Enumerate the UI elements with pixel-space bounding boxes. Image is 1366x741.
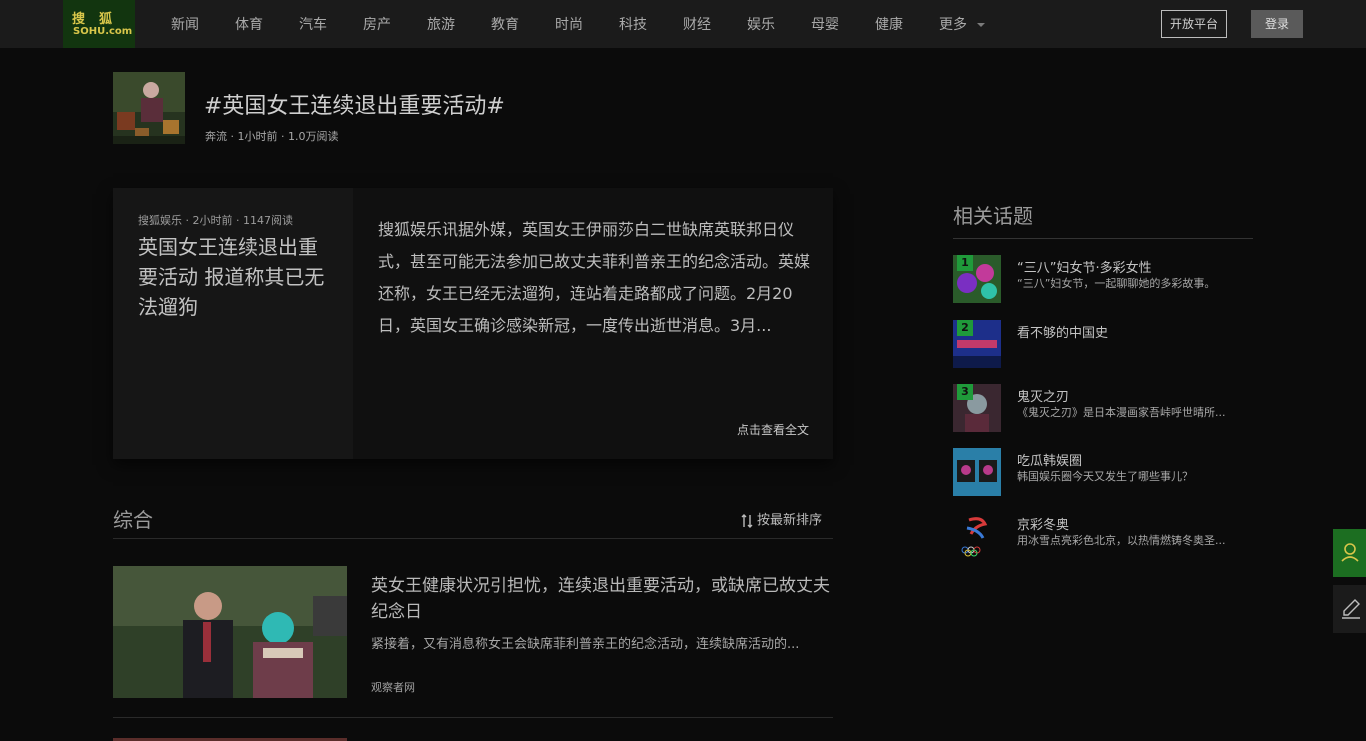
chevron-down-icon — [977, 23, 985, 27]
nav-item-house[interactable]: 房产 — [363, 14, 391, 34]
related-topics-title: 相关话题 — [953, 204, 1033, 228]
divider — [113, 538, 833, 539]
section-title: 综合 — [113, 508, 153, 532]
feed-item-thumbnail[interactable] — [113, 566, 347, 698]
rank-badge: 3 — [957, 384, 973, 400]
logo-text: 搜狐 — [72, 12, 127, 27]
rank-badge: 2 — [957, 320, 973, 336]
nav-item-entertainment[interactable]: 娱乐 — [747, 14, 775, 34]
related-topic-item[interactable]: 1 “三八”妇女节·多彩女性 “三八”妇女节，一起聊聊她的多彩故事。 — [953, 255, 1253, 303]
nav-more-label: 更多 — [939, 17, 967, 33]
related-topic-image — [953, 512, 1001, 560]
nav-item-travel[interactable]: 旅游 — [427, 14, 455, 34]
sort-label: 按最新排序 — [757, 513, 823, 528]
login-button[interactable]: 登录 — [1251, 10, 1303, 38]
related-topic-image — [953, 448, 1001, 496]
related-topic-desc: 用冰雪点亮彩色北京，以热情燃铸冬奥圣... — [1017, 534, 1226, 547]
related-topic-thumbnail — [953, 512, 1001, 560]
divider — [953, 238, 1253, 239]
floating-edit-button[interactable] — [1333, 585, 1366, 633]
nav-item-auto[interactable]: 汽车 — [299, 14, 327, 34]
related-topic-thumbnail: 3 — [953, 384, 1001, 432]
top-nav: 搜狐 SOHU.com 新闻 体育 汽车 房产 旅游 教育 时尚 科技 财经 娱… — [0, 0, 1366, 48]
topic-meta: 奔流 · 1小时前 · 1.0万阅读 — [205, 130, 339, 143]
lead-article-header: 搜狐娱乐 · 2小时前 · 1147阅读 英国女王连续退出重要活动 报道称其已无… — [113, 188, 353, 459]
topic-avatar-image — [113, 72, 185, 144]
topic-title: #英国女王连续退出重要活动# — [204, 94, 505, 119]
topic-avatar — [113, 72, 185, 144]
lead-article-title[interactable]: 英国女王连续退出重要活动 报道称其已无法遛狗 — [138, 232, 333, 322]
feed-item-title[interactable]: 英女王健康状况引担忧，连续退出重要活动，或缺席已故丈夫纪念日 — [371, 573, 831, 625]
feed-item-desc: 紧接着，又有消息称女王会缺席菲利普亲王的纪念活动，连续缺席活动的... — [371, 637, 800, 652]
related-topic-thumbnail — [953, 448, 1001, 496]
feed-item-source[interactable]: 观察者网 — [371, 679, 415, 695]
nav-item-baby[interactable]: 母婴 — [811, 14, 839, 34]
related-topic-desc: “三八”妇女节，一起聊聊她的多彩故事。 — [1017, 277, 1216, 290]
related-topic-name: 京彩冬奥 — [1017, 518, 1070, 533]
related-topic-item[interactable]: 吃瓜韩娱圈 韩国娱乐圈今天又发生了哪些事儿？ — [953, 448, 1253, 496]
nav-item-finance[interactable]: 财经 — [683, 14, 711, 34]
nav-item-tech[interactable]: 科技 — [619, 14, 647, 34]
nav-item-fashion[interactable]: 时尚 — [555, 14, 583, 34]
related-topic-name: 鬼灭之刃 — [1017, 390, 1070, 405]
nav-item-health[interactable]: 健康 — [875, 14, 903, 34]
related-topic-desc: 韩国娱乐圈今天又发生了哪些事儿？ — [1017, 470, 1193, 483]
nav-more-dropdown[interactable]: 更多 — [939, 14, 985, 34]
nav-item-education[interactable]: 教育 — [491, 14, 519, 34]
feed-item-image — [113, 566, 347, 698]
related-topic-name: 看不够的中国史 — [1017, 326, 1109, 341]
related-topic-name: 吃瓜韩娱圈 — [1017, 454, 1083, 469]
edit-icon — [1342, 599, 1360, 619]
read-full-link[interactable]: 点击查看全文 — [737, 421, 809, 438]
sort-button[interactable]: 按最新排序 — [741, 509, 822, 528]
logo-domain: SOHU.com — [73, 26, 133, 37]
lead-article-meta: 搜狐娱乐 · 2小时前 · 1147阅读 — [138, 214, 293, 227]
sohu-logo[interactable]: 搜狐 SOHU.com — [63, 0, 135, 48]
related-topic-name: “三八”妇女节·多彩女性 — [1017, 261, 1152, 276]
related-topic-thumbnail: 1 — [953, 255, 1001, 303]
sort-icon — [741, 513, 753, 528]
nav-item-news[interactable]: 新闻 — [171, 14, 199, 34]
lead-article-excerpt: 搜狐娱乐讯据外媒，英国女王伊丽莎白二世缺席英联邦日仪式，甚至可能无法参加已故丈夫… — [378, 220, 811, 335]
open-platform-button[interactable]: 开放平台 — [1161, 10, 1227, 38]
related-topic-desc: 《鬼灭之刃》是日本漫画家吾峠呼世晴所... — [1017, 406, 1226, 419]
rank-badge: 1 — [957, 255, 973, 271]
floating-user-button[interactable] — [1333, 529, 1366, 577]
lead-article-card[interactable]: 搜狐娱乐 · 2小时前 · 1147阅读 英国女王连续退出重要活动 报道称其已无… — [113, 188, 833, 459]
related-topic-thumbnail: 2 — [953, 320, 1001, 368]
user-icon — [1341, 543, 1359, 562]
related-topic-item[interactable]: 京彩冬奥 用冰雪点亮彩色北京，以热情燃铸冬奥圣... — [953, 512, 1253, 560]
related-topic-item[interactable]: 2 看不够的中国史 — [953, 320, 1253, 368]
nav-item-sports[interactable]: 体育 — [235, 14, 263, 34]
divider — [113, 717, 833, 718]
related-topic-item[interactable]: 3 鬼灭之刃 《鬼灭之刃》是日本漫画家吾峠呼世晴所... — [953, 384, 1253, 432]
